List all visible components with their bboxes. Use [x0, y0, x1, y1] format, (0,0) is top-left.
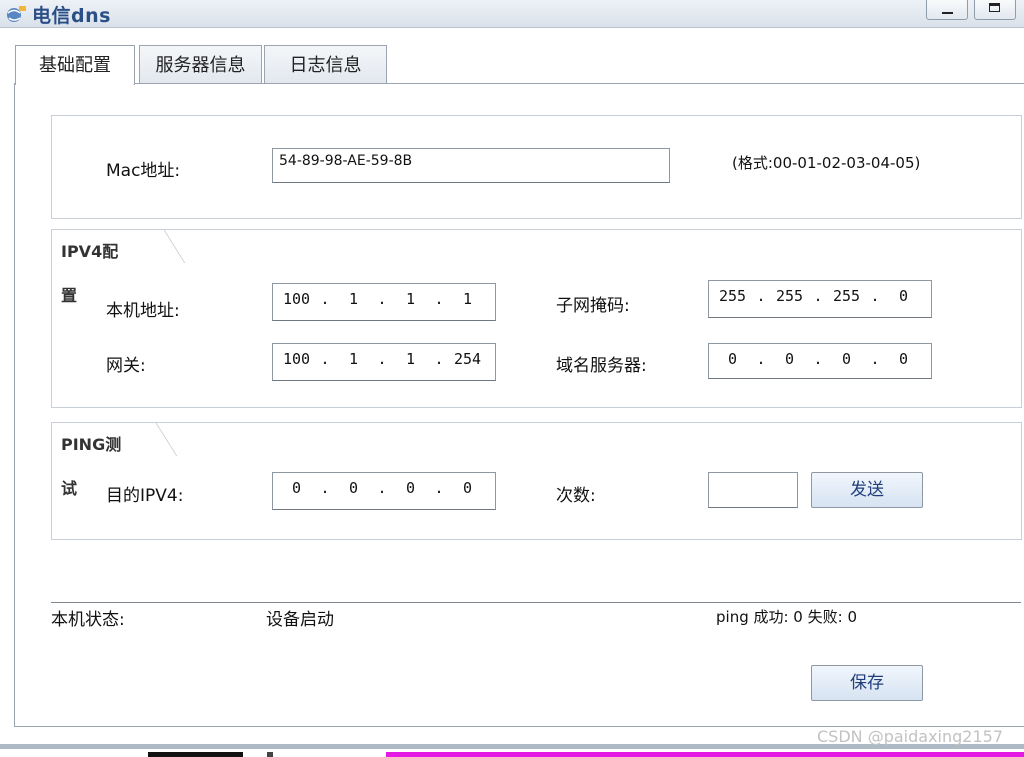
ping-count-label: 次数:	[556, 486, 596, 506]
taskbar-fragment	[386, 752, 1024, 757]
dot: .	[434, 350, 444, 368]
status-label: 本机状态:	[51, 610, 125, 630]
target-octet-1: 0	[291, 479, 302, 497]
ping-legend: PING测试	[51, 422, 146, 498]
subnet-mask-label: 子网掩码:	[556, 296, 630, 316]
gateway-octet-4: 254	[453, 350, 482, 368]
mask-octet-2: 255	[775, 287, 804, 305]
status-divider	[51, 602, 1021, 603]
ipv4-legend: IPV4配置	[51, 229, 154, 305]
mask-octet-3: 255	[832, 287, 861, 305]
target-octet-3: 0	[405, 479, 416, 497]
send-button[interactable]: 发送	[811, 472, 923, 508]
dot: .	[377, 290, 387, 308]
local-address-input[interactable]: 100. 1. 1. 1	[272, 283, 496, 321]
mask-octet-4: 0	[898, 287, 909, 305]
maximize-button[interactable]	[974, 0, 1016, 20]
local-octet-2: 1	[348, 290, 359, 308]
mac-format-hint: (格式:00-01-02-03-04-05)	[732, 154, 921, 172]
gateway-input[interactable]: 100. 1. 1. 254	[272, 343, 496, 381]
dot: .	[756, 350, 766, 368]
dot: .	[813, 287, 823, 305]
target-octet-4: 0	[462, 479, 473, 497]
gateway-octet-3: 1	[405, 350, 416, 368]
dns-server-label: 域名服务器:	[556, 356, 647, 376]
dot: .	[320, 479, 330, 497]
status-value: 设备启动	[266, 610, 334, 630]
window-title: 电信dns	[32, 5, 111, 27]
dot: .	[870, 350, 880, 368]
dot: .	[434, 290, 444, 308]
ping-count-input[interactable]	[708, 472, 798, 508]
local-octet-4: 1	[462, 290, 473, 308]
ping-target-label: 目的IPV4:	[106, 486, 184, 506]
taskbar-fragment	[267, 752, 273, 757]
dot: .	[377, 350, 387, 368]
title-bar: 电信dns	[0, 0, 1024, 28]
dns-octet-3: 0	[841, 350, 852, 368]
dns-octet-4: 0	[898, 350, 909, 368]
mac-input[interactable]: 54-89-98-AE-59-8B	[272, 148, 670, 183]
dns-server-input[interactable]: 0. 0. 0. 0	[708, 343, 932, 379]
local-octet-3: 1	[405, 290, 416, 308]
ping-result: ping 成功: 0 失败: 0	[716, 608, 857, 626]
taskbar-fragment	[148, 752, 243, 757]
dot: .	[434, 479, 444, 497]
mac-label: Mac地址:	[106, 161, 181, 181]
local-address-label: 本机地址:	[106, 301, 180, 321]
gateway-octet-1: 100	[282, 350, 311, 368]
dot: .	[320, 290, 330, 308]
dot: .	[320, 350, 330, 368]
mask-octet-1: 255	[718, 287, 747, 305]
target-octet-2: 0	[348, 479, 359, 497]
local-octet-1: 100	[282, 290, 311, 308]
gateway-octet-2: 1	[348, 350, 359, 368]
dns-octet-1: 0	[727, 350, 738, 368]
tab-server-info[interactable]: 服务器信息	[139, 45, 262, 83]
tab-log-info[interactable]: 日志信息	[264, 45, 387, 83]
save-button[interactable]: 保存	[811, 665, 923, 701]
dot: .	[870, 287, 880, 305]
dot: .	[756, 287, 766, 305]
app-globe-icon	[7, 6, 26, 22]
watermark: CSDN @paidaxing2157	[817, 727, 1003, 746]
ping-target-input[interactable]: 0. 0. 0. 0	[272, 472, 496, 510]
tab-basic-config[interactable]: 基础配置	[15, 45, 135, 85]
minimize-button[interactable]	[926, 0, 968, 20]
ipv4-group: IPV4配置	[51, 229, 1022, 408]
dns-octet-2: 0	[784, 350, 795, 368]
dot: .	[377, 479, 387, 497]
subnet-mask-input[interactable]: 255. 255. 255. 0	[708, 280, 932, 318]
dot: .	[813, 350, 823, 368]
gateway-label: 网关:	[106, 356, 146, 376]
